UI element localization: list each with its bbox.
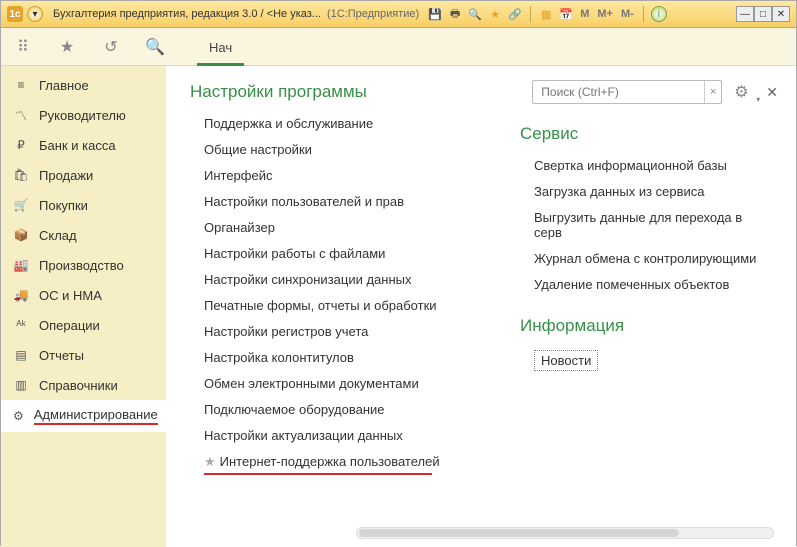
- sidebar-item-bank[interactable]: ₽Банк и касса: [1, 130, 166, 160]
- m-button[interactable]: M: [578, 6, 591, 22]
- link-edocs[interactable]: Обмен электронными документами: [204, 376, 472, 391]
- sidebar-item-assets[interactable]: 🚚ОС и НМА: [1, 280, 166, 310]
- gear-icon: ⚙: [13, 408, 24, 424]
- app-logo-icon: 1c: [7, 6, 23, 22]
- main-toolbar: ⠿ ★ ↺ 🔍 Нач: [1, 28, 796, 66]
- link-svc-4[interactable]: Удаление помеченных объектов: [534, 277, 772, 292]
- link-organizer[interactable]: Органайзер: [204, 220, 472, 235]
- sidebar-item-main[interactable]: ≡Главное: [1, 70, 166, 100]
- ruble-icon: ₽: [13, 137, 29, 153]
- sidebar-item-catalogs[interactable]: ▥Справочники: [1, 370, 166, 400]
- content-panel: × ⚙ ✕ Настройки программы Поддержка и об…: [166, 66, 796, 547]
- box-icon: 📦: [13, 227, 29, 243]
- report-icon: ▤: [13, 347, 29, 363]
- star-icon: ★: [204, 454, 216, 469]
- sidebar-item-purchases[interactable]: 🛒Покупки: [1, 190, 166, 220]
- panel-close-button[interactable]: ✕: [766, 84, 778, 101]
- history-icon[interactable]: ↺: [101, 37, 121, 57]
- m-minus-button[interactable]: M-: [619, 6, 636, 22]
- sidebar-item-warehouse[interactable]: 📦Склад: [1, 220, 166, 250]
- cart-icon: 🛒: [13, 197, 29, 213]
- minimize-button[interactable]: —: [736, 6, 754, 22]
- sidebar-item-sales[interactable]: 🛍Продажи: [1, 160, 166, 190]
- sidebar-item-operations[interactable]: ᴬᵏОперации: [1, 310, 166, 340]
- link-internet-support[interactable]: ★Интернет-поддержка пользователей: [204, 454, 472, 470]
- truck-icon: 🚚: [13, 287, 29, 303]
- horizontal-scrollbar[interactable]: [356, 527, 774, 539]
- link-headers[interactable]: Настройка колонтитулов: [204, 350, 472, 365]
- link-general[interactable]: Общие настройки: [204, 142, 472, 157]
- app-name: (1С:Предприятие): [327, 8, 419, 20]
- info-icon[interactable]: i: [651, 6, 667, 22]
- star-icon[interactable]: ★: [57, 37, 77, 57]
- window-title: Бухгалтерия предприятия, редакция 3.0 / …: [53, 8, 321, 20]
- sidebar-item-reports[interactable]: ▤Отчеты: [1, 340, 166, 370]
- window-titlebar: 1c ▾ Бухгалтерия предприятия, редакция 3…: [1, 1, 796, 28]
- search-input[interactable]: [533, 85, 704, 99]
- save-icon[interactable]: 💾: [427, 6, 443, 22]
- sidebar: ≡Главное 〽Руководителю ₽Банк и касса 🛍Пр…: [1, 66, 166, 547]
- clear-search-button[interactable]: ×: [704, 81, 721, 103]
- scrollbar-thumb[interactable]: [359, 529, 679, 537]
- link-actualize[interactable]: Настройки актуализации данных: [204, 428, 472, 443]
- link-registers[interactable]: Настройки регистров учета: [204, 324, 472, 339]
- link-sync[interactable]: Настройки синхронизации данных: [204, 272, 472, 287]
- link-files[interactable]: Настройки работы с файлами: [204, 246, 472, 261]
- calendar-icon[interactable]: 📅: [558, 6, 574, 22]
- link-news[interactable]: Новости: [534, 350, 598, 371]
- link-support[interactable]: Поддержка и обслуживание: [204, 116, 472, 131]
- link-svc-3[interactable]: Журнал обмена с контролирующими: [534, 251, 772, 266]
- info-heading: Информация: [520, 316, 772, 336]
- bag-icon: 🛍: [13, 167, 29, 183]
- search-icon[interactable]: 🔍: [145, 37, 165, 57]
- chart-icon: 〽: [13, 107, 29, 123]
- search-box: ×: [532, 80, 722, 104]
- sidebar-item-admin[interactable]: ⚙Администрирование: [1, 400, 166, 432]
- sidebar-item-manager[interactable]: 〽Руководителю: [1, 100, 166, 130]
- sidebar-item-production[interactable]: 🏭Производство: [1, 250, 166, 280]
- settings-gear-icon[interactable]: ⚙: [734, 82, 754, 102]
- m-plus-button[interactable]: M+: [595, 6, 615, 22]
- menu-icon: ≡: [13, 77, 29, 93]
- link-icon[interactable]: 🔗: [507, 6, 523, 22]
- link-svc-0[interactable]: Свертка информационной базы: [534, 158, 772, 173]
- tab-start[interactable]: Нач: [197, 32, 244, 66]
- link-hardware[interactable]: Подключаемое оборудование: [204, 402, 472, 417]
- link-users[interactable]: Настройки пользователей и прав: [204, 194, 472, 209]
- dropdown-icon[interactable]: ▾: [27, 6, 43, 22]
- link-interface[interactable]: Интерфейс: [204, 168, 472, 183]
- highlight-underline: [204, 473, 432, 475]
- favorite-icon[interactable]: ★: [487, 6, 503, 22]
- print-icon[interactable]: 🖶: [447, 6, 463, 22]
- link-svc-2[interactable]: Выгрузить данные для перехода в серв: [534, 210, 772, 240]
- preview-icon[interactable]: 🔍: [467, 6, 483, 22]
- ops-icon: ᴬᵏ: [13, 317, 29, 333]
- maximize-button[interactable]: □: [754, 6, 772, 22]
- service-heading: Сервис: [520, 124, 772, 144]
- link-svc-1[interactable]: Загрузка данных из сервиса: [534, 184, 772, 199]
- apps-icon[interactable]: ⠿: [13, 37, 33, 57]
- link-print[interactable]: Печатные формы, отчеты и обработки: [204, 298, 472, 313]
- factory-icon: 🏭: [13, 257, 29, 273]
- book-icon: ▥: [13, 377, 29, 393]
- close-button[interactable]: ✕: [772, 6, 790, 22]
- settings-heading: Настройки программы: [190, 82, 472, 102]
- calc-icon[interactable]: ▦: [538, 6, 554, 22]
